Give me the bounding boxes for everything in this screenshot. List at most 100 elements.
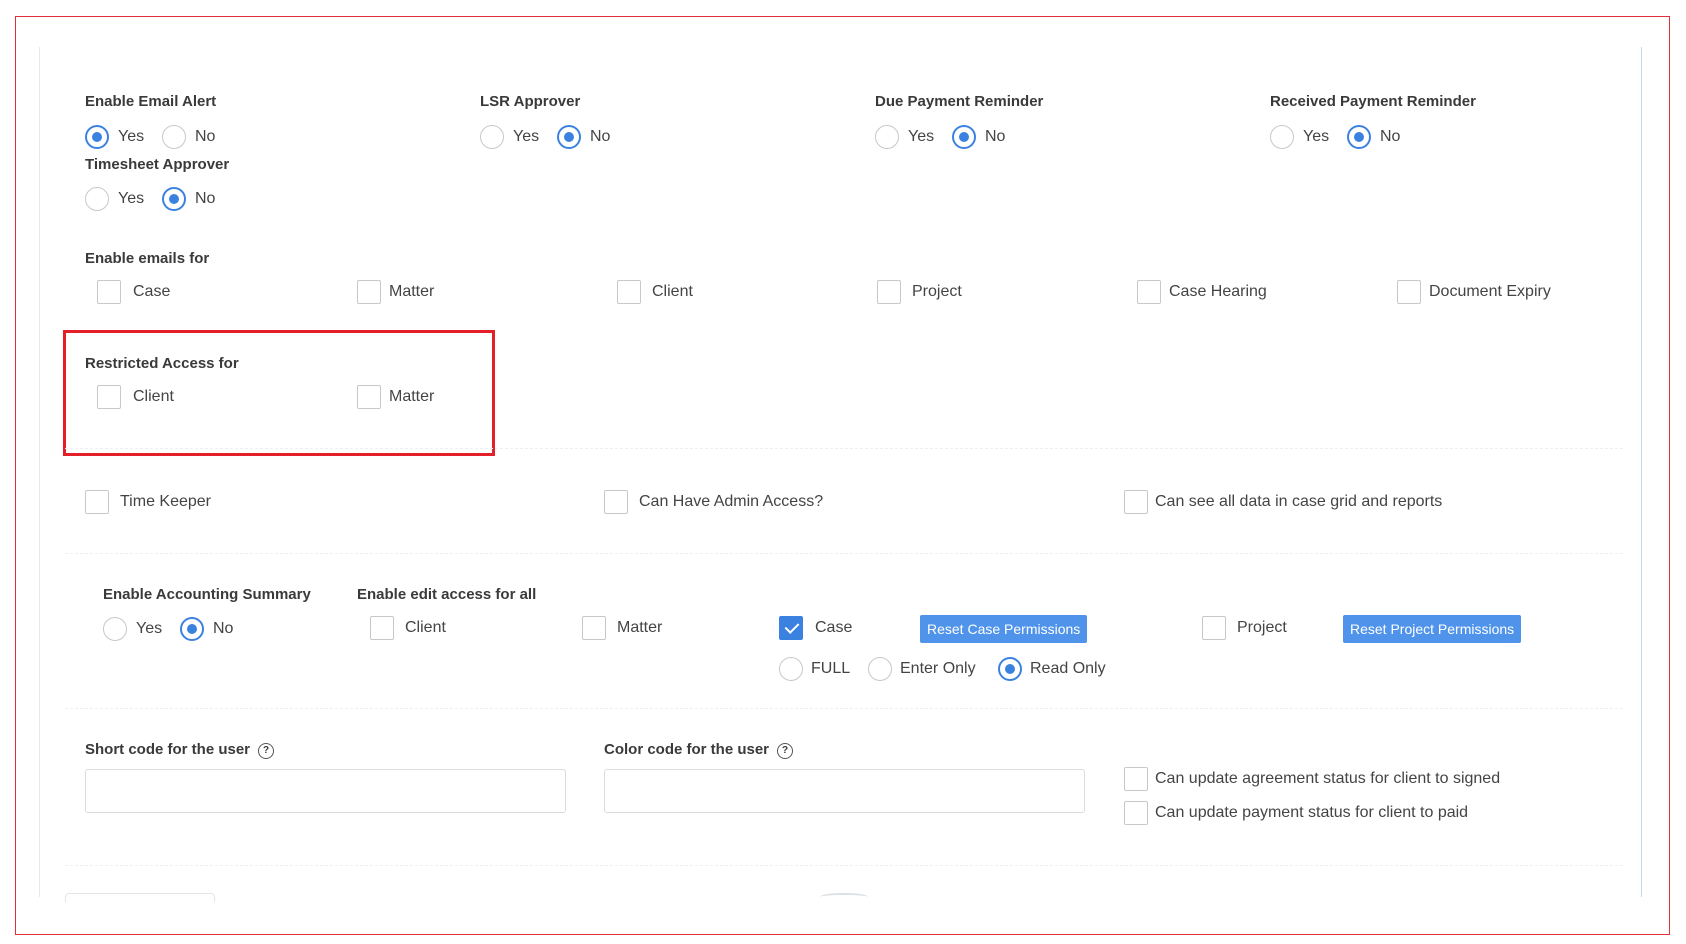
checkbox[interactable] — [1202, 616, 1226, 640]
color-code-input[interactable] — [604, 769, 1085, 813]
checkbox-label: Client — [652, 283, 693, 300]
checkbox-label: Matter — [389, 388, 435, 405]
edit-access-label: Enable edit access for all — [357, 586, 537, 603]
edit-project-checkbox[interactable]: Project — [1202, 616, 1287, 640]
checkbox[interactable] — [357, 280, 381, 304]
accounting-no-radio[interactable]: No — [180, 617, 233, 641]
radio-unselected[interactable] — [1270, 125, 1294, 149]
radio-unselected[interactable] — [103, 617, 127, 641]
radio-selected[interactable] — [180, 617, 204, 641]
edit-matter-checkbox[interactable]: Matter — [582, 616, 662, 640]
checkbox[interactable] — [85, 490, 109, 514]
checkbox[interactable] — [97, 385, 121, 409]
due-payment-no-radio[interactable]: No — [952, 125, 1005, 149]
radio-unselected[interactable] — [868, 657, 892, 681]
checkbox[interactable] — [1137, 280, 1161, 304]
due-payment-yes-radio[interactable]: Yes — [875, 125, 934, 149]
radio-unselected[interactable] — [779, 657, 803, 681]
radio-selected[interactable] — [162, 187, 186, 211]
color-code-label: Color code for the user? — [604, 741, 794, 759]
timesheet-approver-no-radio[interactable]: No — [162, 187, 215, 211]
email-case-checkbox[interactable]: Case — [97, 280, 170, 304]
help-icon[interactable]: ? — [258, 743, 275, 759]
received-payment-no-radio[interactable]: No — [1347, 125, 1400, 149]
checkbox-label: Case Hearing — [1169, 283, 1267, 300]
radio-unselected[interactable] — [85, 187, 109, 211]
radio-label: No — [590, 128, 611, 145]
checkbox-label: Project — [1237, 619, 1287, 636]
radio-selected[interactable] — [557, 125, 581, 149]
email-case-hearing-checkbox[interactable]: Case Hearing — [1137, 280, 1267, 304]
checkbox[interactable] — [582, 616, 606, 640]
see-all-data-checkbox[interactable]: Can see all data in case grid and report… — [1124, 490, 1442, 514]
checkbox[interactable] — [97, 280, 121, 304]
payment-paid-checkbox[interactable]: Can update payment status for client to … — [1124, 801, 1468, 825]
case-mode-enter-only-radio[interactable]: Enter Only — [868, 657, 976, 681]
radio-label: Yes — [908, 128, 935, 145]
lsr-approver-label: LSR Approver — [480, 93, 581, 110]
checkbox-label: Matter — [389, 283, 435, 300]
short-code-label: Short code for the user? — [85, 741, 275, 759]
email-matter-checkbox[interactable]: Matter — [357, 280, 434, 304]
radio-label: FULL — [811, 660, 851, 677]
checkbox-label: Can update payment status for client to … — [1155, 804, 1469, 821]
checkbox[interactable] — [877, 280, 901, 304]
case-mode-read-only-radio[interactable]: Read Only — [998, 657, 1106, 681]
radio-unselected[interactable] — [875, 125, 899, 149]
radio-selected[interactable] — [998, 657, 1022, 681]
lsr-approver-no-radio[interactable]: No — [557, 125, 610, 149]
case-mode-full-radio[interactable]: FULL — [779, 657, 850, 681]
received-payment-yes-radio[interactable]: Yes — [1270, 125, 1329, 149]
email-project-checkbox[interactable]: Project — [877, 280, 962, 304]
accounting-yes-radio[interactable]: Yes — [103, 617, 162, 641]
checkbox[interactable] — [1124, 801, 1148, 825]
radio-unselected[interactable] — [162, 125, 186, 149]
restricted-access-label: Restricted Access for — [85, 355, 239, 372]
reset-project-permissions-button[interactable]: Reset Project Permissions — [1343, 615, 1522, 643]
email-alert-no-radio[interactable]: No — [162, 125, 215, 149]
partial-spinner-arc — [820, 893, 868, 901]
restricted-client-checkbox[interactable]: Client — [97, 385, 174, 409]
checkbox-label: Time Keeper — [120, 493, 211, 510]
email-alert-yes-radio[interactable]: Yes — [85, 125, 144, 149]
radio-selected[interactable] — [952, 125, 976, 149]
radio-label: No — [195, 128, 216, 145]
agreement-signed-checkbox[interactable]: Can update agreement status for client t… — [1124, 767, 1500, 791]
checkbox-label: Matter — [617, 619, 663, 636]
section-divider — [65, 865, 1623, 866]
short-code-input[interactable] — [85, 769, 566, 813]
checkbox-label: Case — [133, 283, 171, 300]
time-keeper-checkbox[interactable]: Time Keeper — [85, 490, 211, 514]
help-icon[interactable]: ? — [777, 743, 794, 759]
radio-selected[interactable] — [85, 125, 109, 149]
color-code-label-text: Color code for the user — [604, 741, 770, 758]
lsr-approver-yes-radio[interactable]: Yes — [480, 125, 539, 149]
checkbox-checked[interactable] — [779, 616, 803, 640]
email-document-expiry-checkbox[interactable]: Document Expiry — [1397, 280, 1551, 304]
email-client-checkbox[interactable]: Client — [617, 280, 693, 304]
radio-unselected[interactable] — [480, 125, 504, 149]
timesheet-approver-label: Timesheet Approver — [85, 156, 230, 173]
checkbox[interactable] — [357, 385, 381, 409]
timesheet-approver-yes-radio[interactable]: Yes — [85, 187, 144, 211]
checkbox[interactable] — [1397, 280, 1421, 304]
radio-selected[interactable] — [1347, 125, 1371, 149]
reset-case-permissions-button[interactable]: Reset Case Permissions — [920, 615, 1088, 643]
admin-access-checkbox[interactable]: Can Have Admin Access? — [604, 490, 823, 514]
radio-label: Yes — [118, 190, 145, 207]
radio-label: No — [985, 128, 1006, 145]
checkbox-label: Case — [815, 619, 853, 636]
email-alert-label: Enable Email Alert — [85, 93, 217, 110]
section-divider — [65, 448, 1623, 449]
checkbox-label: Project — [912, 283, 962, 300]
checkbox[interactable] — [617, 280, 641, 304]
checkbox[interactable] — [1124, 490, 1148, 514]
checkbox[interactable] — [1124, 767, 1148, 791]
checkbox-label: Client — [405, 619, 446, 636]
edit-case-checkbox[interactable]: Case — [779, 616, 852, 640]
restricted-matter-checkbox[interactable]: Matter — [357, 385, 434, 409]
checkbox[interactable] — [604, 490, 628, 514]
edit-client-checkbox[interactable]: Client — [370, 616, 446, 640]
checkbox[interactable] — [370, 616, 394, 640]
radio-label: No — [1380, 128, 1401, 145]
